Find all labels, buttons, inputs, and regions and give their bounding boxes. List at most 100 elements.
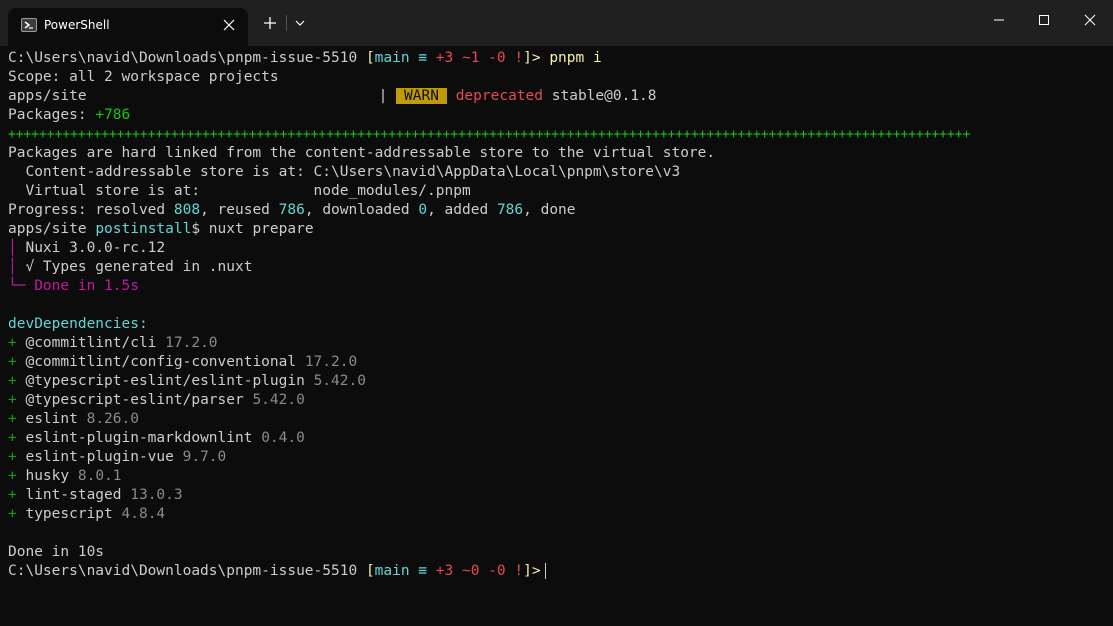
terminal-output[interactable]: C:\Users\navid\Downloads\pnpm-issue-5510… [0, 46, 1113, 626]
tree-pipe: │ [8, 240, 26, 256]
dependency-row: + lint-staged 13.0.3 [8, 486, 1113, 505]
dependency-version: 0.4.0 [261, 430, 305, 446]
resolved-count: 808 [173, 202, 201, 218]
new-tab-button[interactable] [258, 12, 282, 34]
project-name: apps/site [8, 88, 87, 104]
dependency-row: + @commitlint/config-conventional 17.2.0 [8, 353, 1113, 372]
tab-powershell[interactable]: PowerShell [8, 8, 248, 46]
dependency-version: 5.42.0 [313, 373, 366, 389]
git-sync-status: ≡ [418, 50, 428, 66]
script-command: $ nuxt prepare [191, 221, 314, 237]
dependency-row: + eslint-plugin-vue 9.7.0 [8, 448, 1113, 467]
virtual-store-label: Virtual store is at: [8, 183, 314, 199]
plus-sign: + [8, 506, 26, 522]
title-bar: PowerShell [0, 0, 1113, 46]
plus-sign: + [8, 411, 26, 427]
plus-sign: + [8, 335, 26, 351]
text-cursor [544, 563, 546, 579]
nuxt-done-line: └─ Done in 1.5s [8, 277, 1113, 296]
dependency-name: husky [25, 468, 70, 484]
dependency-version: 9.7.0 [182, 449, 227, 465]
nuxt-done-text: Done in 1.5s [25, 278, 139, 294]
script-name: postinstall [95, 221, 192, 237]
dependency-row: + typescript 4.8.4 [8, 505, 1113, 524]
dependency-row: + eslint 8.26.0 [8, 410, 1113, 429]
progress-line: Progress: resolved 808, reused 786, down… [8, 201, 1113, 220]
close-tab-icon[interactable] [220, 16, 238, 34]
dependency-version: 8.0.1 [77, 468, 122, 484]
prompt-path: C:\Users\navid\Downloads\pnpm-issue-5510 [8, 50, 358, 66]
plus-sign: + [8, 487, 26, 503]
nuxi-version: Nuxi 3.0.0-rc.12 [25, 240, 166, 256]
tab-separator [286, 15, 287, 31]
output-line: Scope: all 2 workspace projects [8, 69, 279, 85]
git-branch: main [374, 50, 410, 66]
dependency-row: + @commitlint/cli 17.2.0 [8, 334, 1113, 353]
plus-sign: + [8, 354, 26, 370]
dependency-name: eslint-plugin-vue [25, 449, 174, 465]
dependency-version: 17.2.0 [304, 354, 358, 370]
git-bracket-close: ]> [523, 563, 541, 579]
dependency-version: 13.0.3 [130, 487, 183, 503]
output-line: Packages are hard linked from the conten… [8, 145, 716, 161]
progress-text: , added [427, 202, 497, 218]
git-changes: +3 ~0 -0 ! [435, 563, 524, 579]
git-bracket: [ [365, 563, 375, 579]
minimize-button[interactable] [976, 0, 1022, 40]
postinstall-line: apps/site postinstall$ nuxt prepare [8, 220, 1113, 239]
chevron-down-icon[interactable] [290, 12, 310, 34]
progress-plus-line: ++++++++++++++++++++++++++++++++++++++++… [8, 127, 971, 142]
plus-sign: + [8, 449, 26, 465]
dependency-row: + eslint-plugin-markdownlint 0.4.0 [8, 429, 1113, 448]
dependency-name: typescript [25, 506, 113, 522]
prompt-line: C:\Users\navid\Downloads\pnpm-issue-5510… [8, 49, 1113, 68]
command-text: pnpm i [549, 50, 602, 66]
deprecated-label: deprecated [455, 88, 544, 104]
tree-pipe: │ [8, 259, 26, 275]
prompt-path: C:\Users\navid\Downloads\pnpm-issue-5510 [8, 563, 358, 579]
done-line: Done in 10s [8, 544, 105, 560]
types-line: │ √ Types generated in .nuxt [8, 258, 1113, 277]
dependency-version: 4.8.4 [121, 506, 166, 522]
plus-sign: + [8, 430, 26, 446]
plus-sign: + [8, 373, 26, 389]
dependency-row: + husky 8.0.1 [8, 467, 1113, 486]
plus-sign: + [8, 392, 26, 408]
dependency-name: @typescript-eslint/parser [25, 392, 244, 408]
packages-label: Packages: [8, 107, 96, 123]
dependency-name: @commitlint/cli [25, 335, 157, 351]
progress-text: , reused [200, 202, 279, 218]
plus-sign: + [8, 468, 26, 484]
virtual-store-path: node_modules/.pnpm [313, 183, 471, 199]
project-name: apps/site [8, 221, 96, 237]
git-branch: main [374, 563, 410, 579]
cas-line: Content-addressable store is at: C:\User… [8, 163, 1113, 182]
added-count: 786 [496, 202, 524, 218]
deprecated-package: stable@0.1.8 [551, 88, 657, 104]
virtual-store-line: Virtual store is at: node_modules/.pnpm [8, 182, 1113, 201]
maximize-button[interactable] [1021, 0, 1067, 40]
dependency-version: 5.42.0 [252, 392, 305, 408]
dependency-name: @typescript-eslint/eslint-plugin [25, 373, 305, 389]
close-window-button[interactable] [1067, 0, 1113, 40]
packages-line: Packages: +786 [8, 106, 1113, 125]
dependency-version: 17.2.0 [165, 335, 218, 351]
dependency-row: + @typescript-eslint/eslint-plugin 5.42.… [8, 372, 1113, 391]
types-generated: √ Types generated in .nuxt [25, 259, 253, 275]
git-bracket-close: ]> [523, 50, 541, 66]
downloaded-count: 0 [418, 202, 428, 218]
dependency-name: lint-staged [25, 487, 122, 503]
separator-bar: | [378, 88, 388, 104]
progress-text: Progress: resolved [8, 202, 174, 218]
reused-count: 786 [278, 202, 305, 218]
dev-dependencies-heading: devDependencies: [8, 316, 148, 332]
git-bracket: [ [365, 50, 375, 66]
dependency-name: @commitlint/config-conventional [25, 354, 297, 370]
progress-text: , downloaded [304, 202, 419, 218]
git-changes: +3 ~1 -0 ! [435, 50, 524, 66]
packages-count: +786 [95, 107, 131, 123]
progress-text: , done [523, 202, 576, 218]
prompt-line[interactable]: C:\Users\navid\Downloads\pnpm-issue-5510… [8, 562, 1113, 581]
